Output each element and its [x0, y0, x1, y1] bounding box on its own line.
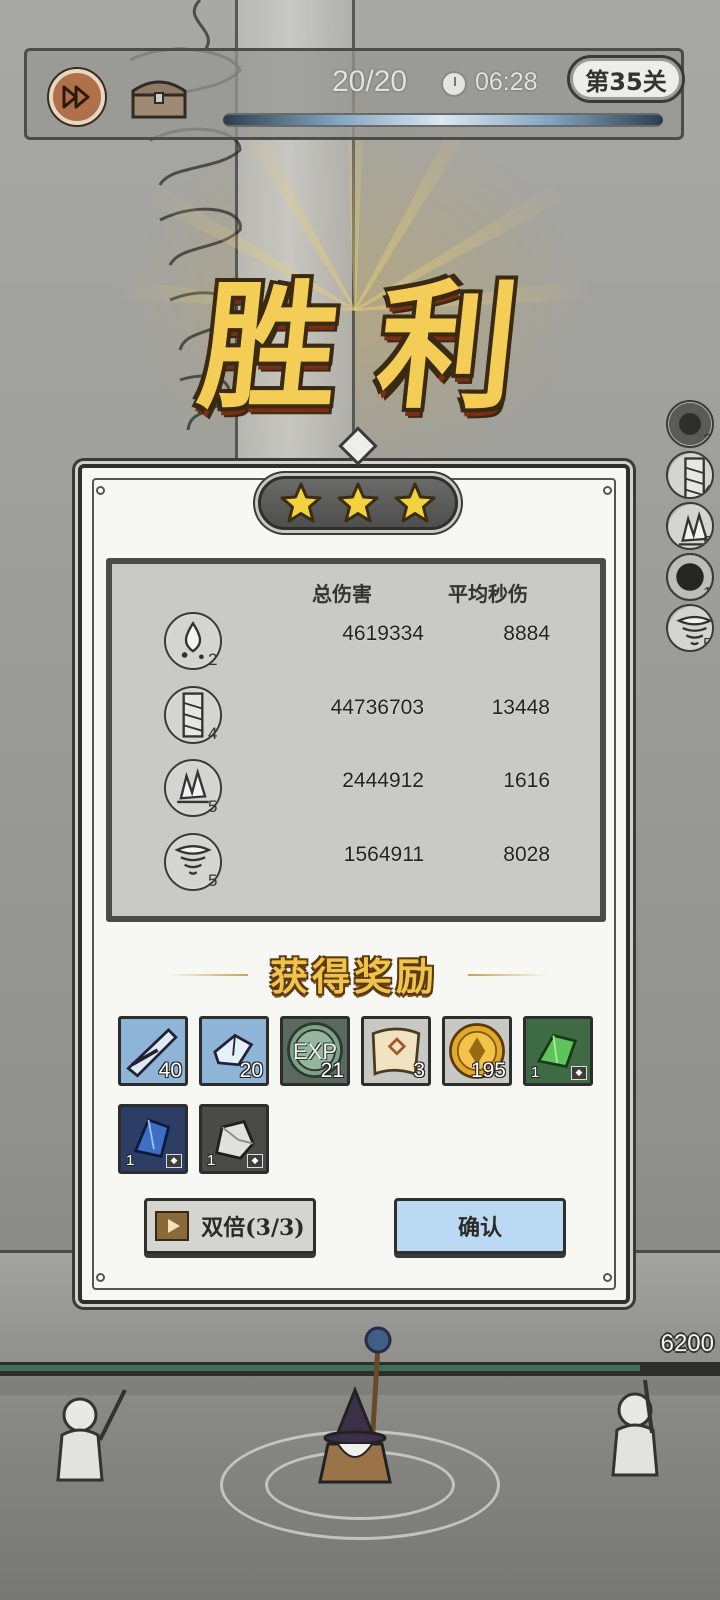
double-reward-button[interactable]: 双倍(3/3) — [144, 1198, 316, 1254]
confirm-button[interactable]: 确认 — [394, 1198, 566, 1254]
header-total-damage: 总伤害 — [312, 582, 372, 606]
reward-quantity: 195 — [470, 1059, 506, 1082]
stat-row: 4 44736703 13448 — [112, 685, 600, 756]
battle-timer: 06:28 — [475, 68, 538, 96]
reward-quantity: 3 — [413, 1059, 425, 1082]
stat-skill-level: 5 — [208, 870, 218, 890]
stat-total-damage: 44736703 — [330, 695, 424, 719]
star-filled-icon — [280, 482, 322, 523]
shadow-sphere-skill-icon: 1 — [666, 553, 714, 601]
stat-row: 5 1564911 8028 — [112, 832, 600, 903]
spiral-pillar-skill-icon: 4 — [666, 451, 714, 499]
reward-quantity: 1 — [126, 1152, 135, 1169]
side-skill-level: 4 — [703, 483, 712, 499]
reward-quantity: 40 — [158, 1059, 182, 1082]
item-type-tag-icon: ◆ — [571, 1066, 587, 1080]
level-badge: 第35关 — [567, 55, 685, 103]
stat-total-damage: 4619334 — [342, 622, 424, 645]
star-rating — [258, 476, 458, 530]
top-hud: 20/20 06:28 第35关 — [24, 48, 685, 140]
star-filled-icon — [337, 482, 379, 523]
double-reward-label: 双倍(3/3) — [201, 1215, 305, 1241]
reward-item[interactable]: EXP 21 — [280, 1016, 350, 1086]
reward-item[interactable]: 1 ◆ — [199, 1104, 269, 1174]
tornado-skill-icon: 5 — [666, 604, 714, 652]
reward-item[interactable]: 195 — [442, 1016, 512, 1086]
reward-item[interactable]: 20 — [199, 1016, 269, 1086]
item-type-tag-icon: ◆ — [247, 1154, 263, 1168]
wizard-player-sprite — [318, 1326, 392, 1484]
side-skill-level: 5 — [703, 534, 712, 550]
reward-quantity: 1 — [531, 1064, 540, 1081]
side-skill-column: 2 4 5 1 5 — [666, 400, 720, 655]
stat-skill-level: 4 — [208, 723, 218, 743]
side-skill-level: 1 — [703, 585, 712, 601]
damage-stats-table: 总伤害 平均秒伤 2 4619334 8884 4 44736703 13448 5 2444… — [106, 558, 606, 922]
clock-icon — [441, 71, 467, 97]
stat-total-damage: 1564911 — [343, 842, 424, 866]
reward-item[interactable]: 3 — [361, 1016, 431, 1086]
reward-item[interactable]: 1 ◆ — [523, 1016, 593, 1086]
stat-avg-dps: 1616 — [503, 769, 550, 792]
reward-quantity: 21 — [320, 1059, 344, 1082]
item-type-tag-icon: ◆ — [166, 1154, 182, 1168]
panel-rivet — [603, 486, 612, 495]
ice-crystal-skill-icon: 5 — [666, 502, 714, 550]
fast-forward-icon — [62, 85, 90, 109]
rewards-title-line-right — [468, 974, 548, 976]
stat-avg-dps: 8028 — [503, 842, 550, 866]
stat-row: 2 4619334 8884 — [112, 612, 600, 682]
speed-button[interactable] — [49, 69, 105, 125]
panel-rivet — [96, 1273, 105, 1282]
panel-rivet — [96, 486, 105, 495]
stat-total-damage: 2444912 — [342, 769, 424, 792]
panel-rivet — [603, 1273, 612, 1282]
reward-item[interactable]: 40 — [118, 1016, 188, 1086]
reward-quantity: 1 — [207, 1152, 216, 1169]
dark-orb-skill-icon: 2 — [666, 400, 714, 448]
level-progress-track — [223, 113, 663, 127]
stat-row: 5 2444912 1616 — [112, 759, 600, 829]
side-skill-level: 2 — [703, 432, 712, 448]
side-skill-level: 5 — [703, 636, 712, 652]
reward-quantity: 20 — [239, 1059, 263, 1082]
treasure-chest-icon[interactable] — [127, 71, 191, 121]
stat-skill-level: 2 — [208, 650, 218, 669]
wave-counter: 20/20 — [332, 65, 408, 98]
header-avg-dps: 平均秒伤 — [448, 582, 528, 606]
victory-title: 胜利 — [192, 265, 566, 428]
reward-grid: 40 20 EXP 21 3 195 1 ◆ 1 ◆ 1 ◆ — [118, 1016, 608, 1174]
player-hp-value: 6200 — [660, 1330, 714, 1357]
level-progress-fill — [223, 115, 663, 125]
result-panel: 总伤害 平均秒伤 2 4619334 8884 4 44736703 13448 5 2444… — [78, 426, 630, 1304]
star-filled-icon — [394, 482, 436, 523]
ally-right-sprite — [611, 1379, 659, 1477]
video-ad-icon — [155, 1211, 190, 1241]
stat-skill-level: 5 — [208, 797, 218, 816]
reward-item[interactable]: 1 ◆ — [118, 1104, 188, 1174]
confirm-label: 确认 — [457, 1215, 502, 1241]
ally-left-sprite — [56, 1389, 127, 1482]
stat-avg-dps: 8884 — [503, 622, 550, 645]
stat-avg-dps: 13448 — [491, 695, 550, 719]
